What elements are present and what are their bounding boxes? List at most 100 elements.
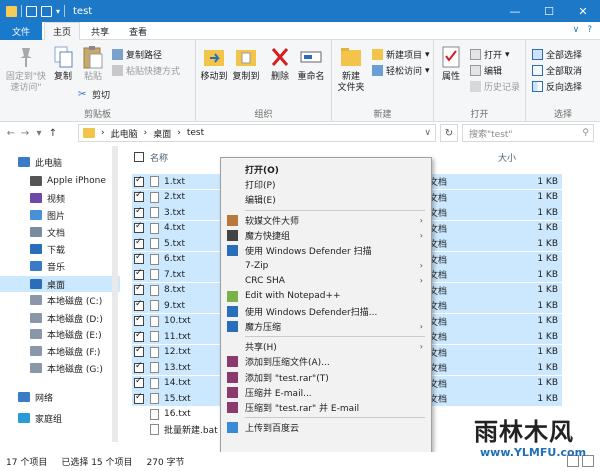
column-header-name[interactable]: 名称 bbox=[132, 146, 168, 168]
context-menu-item[interactable]: 添加到 "test.rar"(T) bbox=[221, 370, 431, 385]
nav-item[interactable]: 音乐 bbox=[0, 258, 120, 274]
move-to-button[interactable]: 移动到 bbox=[198, 44, 230, 83]
row-checkbox[interactable] bbox=[134, 345, 144, 357]
row-checkbox[interactable] bbox=[134, 283, 144, 295]
row-checkbox[interactable] bbox=[134, 299, 144, 311]
new-folder-icon[interactable] bbox=[41, 5, 52, 17]
context-menu-item[interactable]: 上传到百度云 bbox=[221, 420, 431, 435]
row-checkbox[interactable] bbox=[134, 376, 144, 388]
row-checkbox[interactable] bbox=[134, 330, 144, 342]
new-folder-button[interactable]: 新建 文件夹 bbox=[334, 44, 368, 94]
context-menu-item[interactable]: 打开(O) bbox=[221, 162, 431, 177]
help-icon[interactable]: ? bbox=[587, 25, 592, 35]
context-menu-item[interactable]: 共享(H) › bbox=[221, 339, 431, 354]
properties-button[interactable]: 属性 bbox=[436, 44, 466, 83]
history-button[interactable]: 历史记录 bbox=[470, 80, 520, 93]
properties-icon[interactable] bbox=[26, 5, 37, 17]
context-menu-item[interactable]: 添加到压缩文件(A)... bbox=[221, 354, 431, 369]
organize-group: 移动到 复制到 删除 重命名 组织 bbox=[196, 40, 332, 122]
row-checkbox[interactable] bbox=[134, 392, 144, 404]
context-menu-item[interactable]: 使用 Windows Defender扫描... bbox=[221, 304, 431, 319]
select-all-button[interactable]: 全部选择 bbox=[532, 48, 582, 61]
context-menu-item[interactable]: CRC SHA › bbox=[221, 273, 431, 288]
nav-scrollbar[interactable] bbox=[112, 146, 118, 442]
row-checkbox[interactable] bbox=[134, 361, 144, 373]
row-checkbox[interactable] bbox=[134, 252, 144, 264]
tab-file[interactable]: 文件 bbox=[0, 22, 42, 40]
maximize-button[interactable]: ☐ bbox=[532, 0, 566, 22]
row-checkbox[interactable] bbox=[134, 268, 144, 280]
context-menu-item[interactable]: 7-Zip › bbox=[221, 258, 431, 273]
tab-home[interactable]: 主页 bbox=[44, 22, 80, 40]
nav-item[interactable]: 下载 bbox=[0, 241, 120, 257]
breadcrumb-desktop[interactable]: 桌面 bbox=[153, 127, 171, 140]
open-button[interactable]: 打开 ▾ bbox=[470, 48, 510, 61]
nav-item[interactable]: 图片 bbox=[0, 207, 120, 223]
edit-button[interactable]: 编辑 bbox=[470, 64, 502, 77]
context-menu-item[interactable]: 压缩并 E-mail... bbox=[221, 385, 431, 400]
desktop-icon bbox=[30, 279, 42, 289]
breadcrumb-this-pc[interactable]: 此电脑 bbox=[111, 127, 138, 140]
select-none-button[interactable]: 全部取消 bbox=[532, 64, 582, 77]
nav-item[interactable]: 本地磁盘 (G:) bbox=[0, 360, 120, 376]
column-header-size[interactable]: 大小 bbox=[498, 146, 516, 168]
nav-item[interactable]: 本地磁盘 (D:) bbox=[0, 310, 120, 326]
row-checkbox[interactable] bbox=[134, 314, 144, 326]
refresh-button[interactable]: ↻ bbox=[440, 124, 458, 142]
minimize-button[interactable]: — bbox=[498, 0, 532, 22]
delete-button[interactable]: 删除 bbox=[266, 44, 294, 83]
context-menu-item[interactable]: 魔方快捷组 › bbox=[221, 228, 431, 243]
path-input[interactable]: › 此电脑 › 桌面 › test ∨ bbox=[78, 124, 436, 142]
nav-item[interactable]: 本地磁盘 (E:) bbox=[0, 326, 120, 342]
nav-item[interactable]: 桌面 bbox=[0, 276, 120, 292]
tab-view[interactable]: 查看 bbox=[120, 22, 156, 40]
rename-button[interactable]: 重命名 bbox=[294, 44, 328, 83]
recent-locations-icon[interactable]: ▾ bbox=[32, 128, 46, 139]
nav-item[interactable]: 文档 bbox=[0, 224, 120, 240]
easy-access-button[interactable]: 轻松访问 ▾ bbox=[372, 64, 430, 77]
pin-quick-access-button[interactable]: 固定到"快 速访问" bbox=[4, 44, 48, 94]
path-dropdown-icon[interactable]: ∨ bbox=[424, 128, 431, 138]
context-menu-item[interactable]: 使用 Windows Defender 扫描 bbox=[221, 243, 431, 258]
up-arrow-icon[interactable]: ↑ bbox=[46, 128, 60, 139]
nav-item[interactable]: 家庭组 bbox=[0, 410, 120, 426]
breadcrumb-test[interactable]: test bbox=[187, 128, 204, 138]
nav-item[interactable]: Apple iPhone bbox=[0, 173, 120, 189]
copy-path-button[interactable]: 复制路径 bbox=[112, 48, 162, 61]
context-menu-item[interactable]: Edit with Notepad++ bbox=[221, 289, 431, 304]
row-checkbox[interactable] bbox=[134, 175, 144, 187]
row-checkbox[interactable] bbox=[134, 221, 144, 233]
menu-item-label: 7-Zip bbox=[245, 260, 269, 271]
paste-shortcut-button[interactable]: 粘贴快捷方式 bbox=[112, 64, 180, 77]
history-icon bbox=[470, 81, 481, 92]
back-arrow-icon[interactable]: ← bbox=[4, 128, 18, 139]
new-item-button[interactable]: 新建项目 ▾ bbox=[372, 48, 430, 61]
context-menu-item[interactable]: 打印(P) bbox=[221, 177, 431, 192]
nav-item[interactable]: 本地磁盘 (C:) bbox=[0, 292, 120, 308]
row-checkbox[interactable] bbox=[134, 237, 144, 249]
select-all-checkbox[interactable] bbox=[134, 152, 144, 162]
select-all-icon bbox=[532, 49, 543, 60]
row-checkbox[interactable] bbox=[134, 206, 144, 218]
nav-item[interactable]: 本地磁盘 (F:) bbox=[0, 343, 120, 359]
tab-share[interactable]: 共享 bbox=[82, 22, 118, 40]
nav-item[interactable]: 此电脑 bbox=[0, 154, 120, 170]
context-menu-item[interactable]: 压缩到 "test.rar" 并 E-mail bbox=[221, 400, 431, 415]
invert-selection-button[interactable]: 反向选择 bbox=[532, 80, 582, 93]
paste-button[interactable]: 粘贴 bbox=[78, 44, 108, 83]
nav-item[interactable]: 网络 bbox=[0, 389, 120, 405]
context-menu-item[interactable]: 编辑(E) bbox=[221, 192, 431, 207]
cut-button[interactable]: ✂ 剪切 bbox=[78, 88, 110, 101]
file-size: 1 KB bbox=[537, 238, 558, 249]
ribbon-collapse-icon[interactable]: ∨ bbox=[573, 25, 580, 35]
forward-arrow-icon[interactable]: → bbox=[18, 128, 32, 139]
context-menu-item[interactable]: 魔方压缩 › bbox=[221, 319, 431, 334]
nav-item[interactable]: 视频 bbox=[0, 190, 120, 206]
close-button[interactable]: ✕ bbox=[566, 0, 600, 22]
customize-qat-icon[interactable]: ▾ bbox=[56, 7, 60, 16]
search-input[interactable]: 搜索"test" ⚲ bbox=[462, 124, 594, 142]
copy-button[interactable]: 复制 bbox=[48, 44, 78, 83]
row-checkbox[interactable] bbox=[134, 190, 144, 202]
copy-to-button[interactable]: 复制到 bbox=[230, 44, 262, 83]
context-menu-item[interactable]: 软媒文件大师 › bbox=[221, 213, 431, 228]
